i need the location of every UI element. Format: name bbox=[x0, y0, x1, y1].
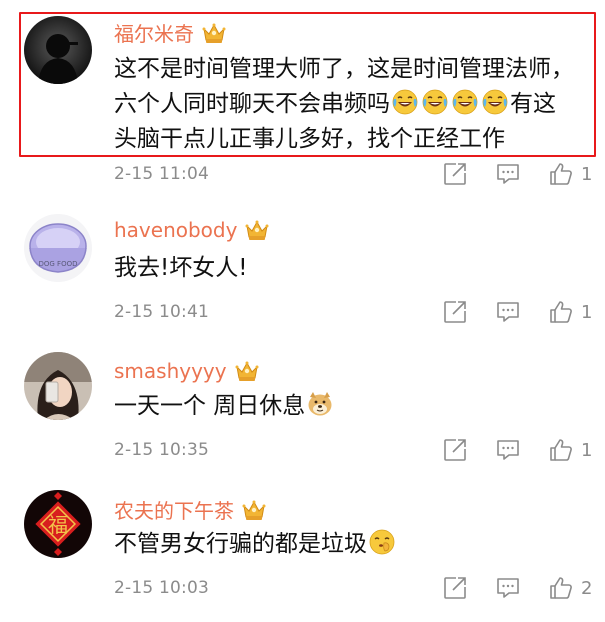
comment-item: 福 农夫的下午茶 不管男女行骗的都是垃圾 2-15 10:03 2 bbox=[0, 476, 605, 622]
timestamp: 2-15 10:35 bbox=[114, 440, 209, 460]
woman-with-phone-avatar-image bbox=[24, 352, 92, 420]
comment-item: smashyyyy 一天一个 周日休息 2-15 10:35 1 bbox=[0, 338, 605, 476]
username-label[interactable]: havenobody bbox=[114, 218, 237, 242]
comment-icon[interactable] bbox=[495, 437, 521, 463]
avatar[interactable] bbox=[24, 352, 92, 420]
fu-character-avatar-image: 福 bbox=[24, 490, 92, 558]
comment-actions: 1 bbox=[442, 437, 592, 463]
crown-badge-icon bbox=[242, 499, 266, 521]
thumbs-up-icon[interactable] bbox=[548, 575, 574, 601]
comment-text: 不管男女行骗的都是垃圾 bbox=[114, 527, 591, 562]
comment-actions: 2 bbox=[442, 575, 592, 601]
username-label[interactable]: 农夫的下午茶 bbox=[114, 495, 234, 524]
comment-icon[interactable] bbox=[495, 299, 521, 325]
thumbs-up-icon[interactable] bbox=[548, 299, 574, 325]
timestamp: 2-15 11:04 bbox=[114, 164, 209, 184]
thumbs-up-icon[interactable] bbox=[548, 437, 574, 463]
dog-food-bowl-avatar-image: DOG FOOD bbox=[24, 214, 92, 282]
comment-text-segment: 一天一个 周日休息 bbox=[114, 393, 306, 419]
comment-item: DOG FOOD havenobody 我去!坏女人! 2-15 10:41 1 bbox=[0, 200, 605, 338]
username[interactable]: havenobody bbox=[114, 218, 269, 242]
username-label[interactable]: smashyyyy bbox=[114, 359, 227, 383]
doge-face-icon bbox=[307, 391, 333, 417]
timestamp: 2-15 10:03 bbox=[114, 578, 209, 598]
timestamp: 2-15 10:41 bbox=[114, 302, 209, 322]
like-count[interactable]: 1 bbox=[581, 164, 592, 185]
comment-actions: 1 bbox=[442, 161, 592, 187]
crown-badge-icon bbox=[245, 219, 269, 241]
share-icon[interactable] bbox=[442, 299, 468, 325]
comment-icon[interactable] bbox=[495, 161, 521, 187]
comment-text: 一天一个 周日休息 bbox=[114, 389, 591, 424]
svg-text:福: 福 bbox=[48, 513, 68, 537]
avatar[interactable]: 福 bbox=[24, 490, 92, 558]
shushing-face-icon bbox=[369, 529, 395, 555]
share-icon[interactable] bbox=[442, 575, 468, 601]
avatar[interactable]: DOG FOOD bbox=[24, 214, 92, 282]
username[interactable]: smashyyyy bbox=[114, 359, 259, 383]
share-icon[interactable] bbox=[442, 161, 468, 187]
comment-text: 我去!坏女人! bbox=[114, 255, 248, 281]
comment-actions: 1 bbox=[442, 299, 592, 325]
thumbs-up-icon[interactable] bbox=[548, 161, 574, 187]
comment-icon[interactable] bbox=[495, 575, 521, 601]
svg-text:DOG FOOD: DOG FOOD bbox=[39, 260, 78, 268]
like-count[interactable]: 1 bbox=[581, 302, 592, 323]
comment-item: 福尔米奇 这不是时间管理大师了，这是时间管理法师， 六个人同时聊天不会串频吗 有这… bbox=[0, 0, 605, 200]
share-icon[interactable] bbox=[442, 437, 468, 463]
username[interactable]: 农夫的下午茶 bbox=[114, 495, 266, 524]
like-count[interactable]: 2 bbox=[581, 578, 592, 599]
comment-text-segment: 不管男女行骗的都是垃圾 bbox=[114, 531, 367, 557]
highlight-box bbox=[19, 12, 596, 157]
like-count[interactable]: 1 bbox=[581, 440, 592, 461]
crown-badge-icon bbox=[235, 360, 259, 382]
